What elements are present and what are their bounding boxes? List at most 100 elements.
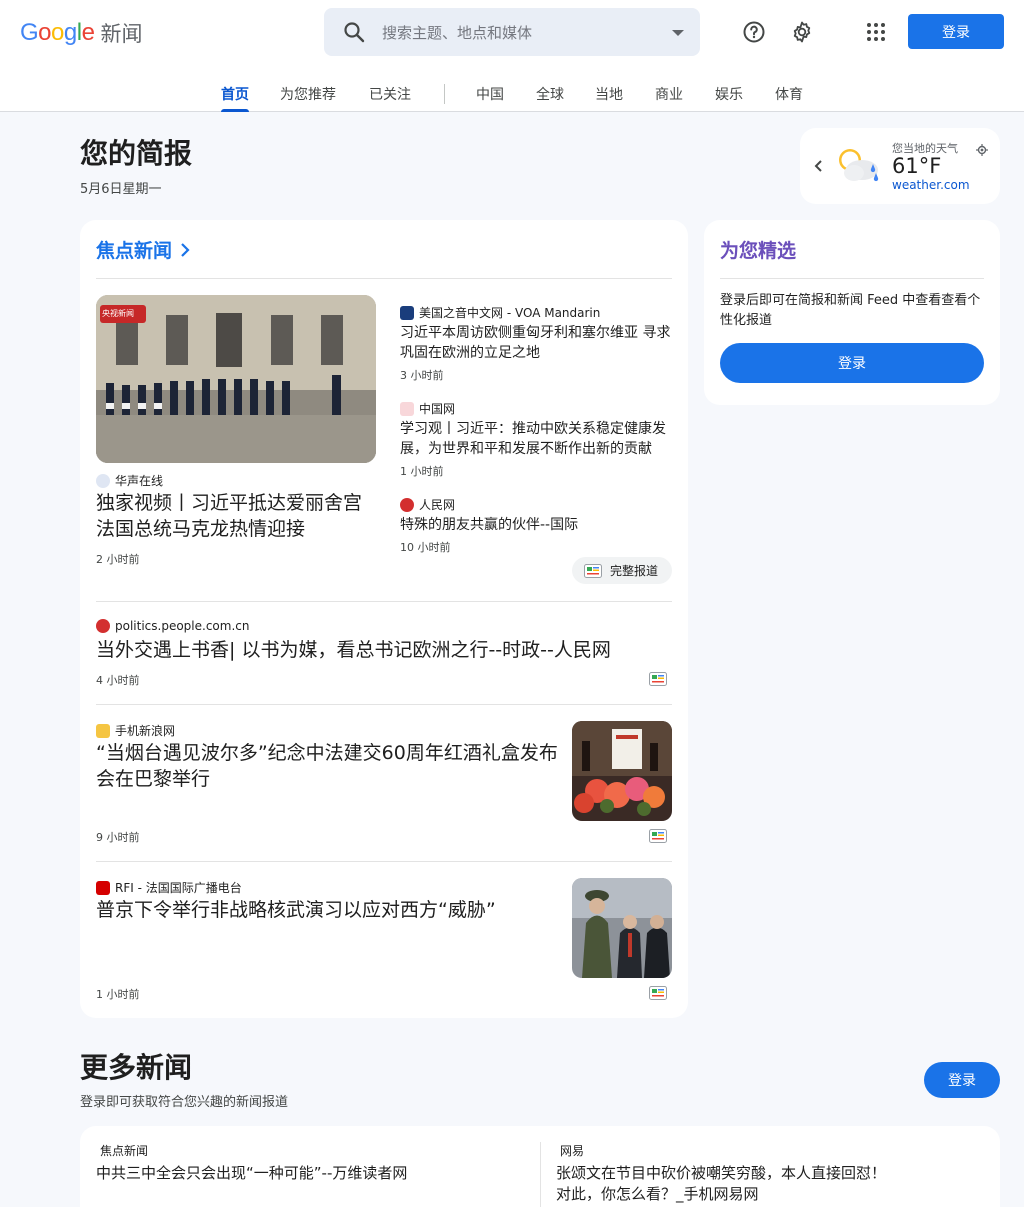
story-headline[interactable]: 当外交遇上书香| 以书为媒，看总书记欧洲之行--时政--人民网 [96, 637, 672, 663]
source-name[interactable]: 中国网 [419, 400, 455, 417]
full-coverage-icon[interactable] [649, 986, 667, 1000]
side-story-time: 1 小时前 [400, 465, 444, 478]
hero-story-image[interactable]: 央视新闻 [96, 295, 376, 463]
weather-widget[interactable]: 您当地的天气 61°F weather.com [800, 128, 1000, 204]
story-source[interactable]: 焦点新闻 [100, 1142, 436, 1159]
tab-local[interactable]: 当地 [595, 84, 623, 112]
tab-business[interactable]: 商业 [655, 84, 683, 112]
side-story-headline[interactable]: 习近平本周访欧侧重匈牙利和塞尔维亚 寻求巩固在欧洲的立足之地 [400, 323, 672, 363]
settings-gear-icon[interactable] [786, 16, 818, 48]
picks-for-you-title: 为您精选 [720, 240, 797, 262]
tab-divider [444, 84, 445, 104]
story-time: 4 小时前 [96, 674, 140, 687]
divider [96, 704, 672, 705]
logo-letter: g [63, 19, 77, 46]
top-stories-card: 焦点新闻 央视新闻 华声在线 独家视频丨习近平抵达爱丽舍宫 法国总统马克龙热情迎… [80, 220, 688, 1018]
story-source[interactable]: politics.people.com.cn [96, 619, 249, 633]
weather-source-link[interactable]: weather.com [892, 178, 970, 192]
logo-letter: o [38, 19, 52, 46]
hero-story-headline[interactable]: 独家视频丨习近平抵达爱丽舍宫 法国总统马克龙热情迎接 [96, 490, 380, 542]
full-coverage-button[interactable]: 完整报道 [572, 557, 672, 584]
picks-sign-in-button[interactable]: 登录 [720, 343, 984, 383]
weather-temperature: 61°F [892, 154, 942, 178]
more-news-title: 更多新闻 [80, 1051, 193, 1084]
hero-story-time: 2 小时前 [96, 553, 140, 566]
china-net-favicon-icon [400, 401, 414, 416]
more-news-item[interactable]: 焦点新闻 中共三中全会只会出现“一种可能”--万维读者网 [96, 1142, 436, 1184]
search-options-dropdown-icon[interactable] [672, 30, 684, 36]
picks-for-you-card: 为您精选 登录后即可在简报和新闻 Feed 中查看查看个性化报道 登录 [704, 220, 1000, 405]
section-tabs: 首页 为您推荐 已关注 中国 全球 当地 商业 娱乐 体育 [0, 84, 1024, 112]
top-stories-heading[interactable]: 焦点新闻 [96, 236, 190, 263]
more-news-card: 焦点新闻 中共三中全会只会出现“一种可能”--万维读者网 网易 张颂文在节目中砍… [80, 1126, 1000, 1207]
full-coverage-icon [584, 563, 602, 578]
voa-favicon-icon [400, 305, 414, 320]
side-story-source[interactable]: 美国之音中文网 - VOA Mandarin [400, 304, 600, 321]
source-name[interactable]: RFI - 法国国际广播电台 [115, 879, 242, 896]
side-story-source[interactable]: 人民网 [400, 496, 455, 513]
picks-for-you-description: 登录后即可在简报和新闻 Feed 中查看查看个性化报道 [720, 293, 981, 328]
side-story-time: 10 小时前 [400, 541, 451, 554]
partly-cloudy-rain-icon [832, 140, 884, 192]
story-headline[interactable]: 张颂文在节目中砍价被嘲笑穷酸，本人直接回怼！对此，你怎么看？_手机网易网 [556, 1163, 896, 1205]
logo-product-name: 新闻 [100, 22, 143, 46]
top-stories-title[interactable]: 焦点新闻 [96, 236, 172, 263]
story-headline[interactable]: 中共三中全会只会出现“一种可能”--万维读者网 [96, 1163, 436, 1184]
people-daily-favicon-icon [96, 619, 110, 633]
chevron-left-icon[interactable] [814, 158, 824, 177]
tab-for-you[interactable]: 为您推荐 [280, 84, 336, 112]
story-source[interactable]: 网易 [560, 1142, 896, 1159]
story-headline[interactable]: 普京下令举行非战略核武演习以应对西方“威胁” [96, 897, 560, 923]
story-thumbnail-image[interactable] [572, 878, 672, 978]
top-app-bar: Google 新闻 搜索主题、地点和媒体 登录 首页 为您推荐 已关注 中国 全… [0, 0, 1024, 112]
source-name[interactable]: 美国之音中文网 - VOA Mandarin [419, 304, 600, 321]
side-story-source[interactable]: 中国网 [400, 400, 455, 417]
tab-home[interactable]: 首页 [221, 84, 249, 112]
side-story-time: 3 小时前 [400, 369, 444, 382]
full-coverage-icon[interactable] [649, 829, 667, 843]
more-news-item[interactable]: 网易 张颂文在节目中砍价被嘲笑穷酸，本人直接回怼！对此，你怎么看？_手机网易网 [556, 1142, 896, 1205]
google-news-logo[interactable]: Google 新闻 [20, 18, 142, 48]
side-story-headline[interactable]: 特殊的朋友共赢的伙伴--国际 [400, 515, 672, 535]
apps-grid-icon[interactable] [860, 16, 892, 48]
source-name[interactable]: 人民网 [419, 496, 455, 513]
source-favicon-icon [96, 473, 110, 488]
divider [96, 861, 672, 862]
sina-favicon-icon [96, 723, 110, 738]
full-coverage-icon[interactable] [649, 672, 667, 686]
divider [96, 278, 672, 279]
rfi-favicon-icon [96, 880, 110, 895]
story-time: 1 小时前 [96, 988, 140, 1001]
divider [720, 278, 984, 279]
story-source[interactable]: 手机新浪网 [96, 722, 175, 739]
story-thumbnail-image[interactable] [572, 721, 672, 821]
source-name[interactable]: 华声在线 [115, 472, 163, 489]
divider [96, 601, 672, 602]
hero-story-source[interactable]: 华声在线 [96, 472, 163, 489]
story-headline[interactable]: “当烟台遇见波尔多”纪念中法建交60周年红酒礼盒发布会在巴黎举行 [96, 740, 560, 792]
location-icon[interactable] [976, 141, 988, 156]
tab-china[interactable]: 中国 [476, 84, 504, 112]
story-source[interactable]: RFI - 法国国际广播电台 [96, 879, 242, 896]
people-daily-favicon-icon [400, 497, 414, 512]
more-news-sign-in-button[interactable]: 登录 [924, 1062, 1000, 1098]
logo-letter: G [20, 19, 39, 46]
logo-letter: o [51, 19, 64, 46]
search-input[interactable]: 搜索主题、地点和媒体 [382, 22, 532, 43]
tab-world[interactable]: 全球 [536, 84, 564, 112]
search-icon[interactable] [342, 20, 366, 44]
tab-sports[interactable]: 体育 [775, 84, 803, 112]
briefing-date: 5月6日星期一 [80, 182, 162, 197]
search-box[interactable]: 搜索主题、地点和媒体 [324, 8, 700, 56]
tab-entertainment[interactable]: 娱乐 [715, 84, 743, 112]
tab-following[interactable]: 已关注 [369, 84, 411, 112]
chevron-right-icon[interactable] [180, 242, 190, 258]
sign-in-button[interactable]: 登录 [908, 14, 1004, 49]
source-name[interactable]: politics.people.com.cn [115, 619, 249, 633]
briefing-title: 您的简报 [80, 137, 193, 170]
full-coverage-label[interactable]: 完整报道 [610, 562, 658, 579]
source-name[interactable]: 手机新浪网 [115, 722, 175, 739]
side-story-headline[interactable]: 学习观丨习近平：推动中欧关系稳定健康发展，为世界和平和发展不断作出新的贡献 [400, 419, 672, 459]
help-icon[interactable] [738, 16, 770, 48]
story-time: 9 小时前 [96, 831, 140, 844]
